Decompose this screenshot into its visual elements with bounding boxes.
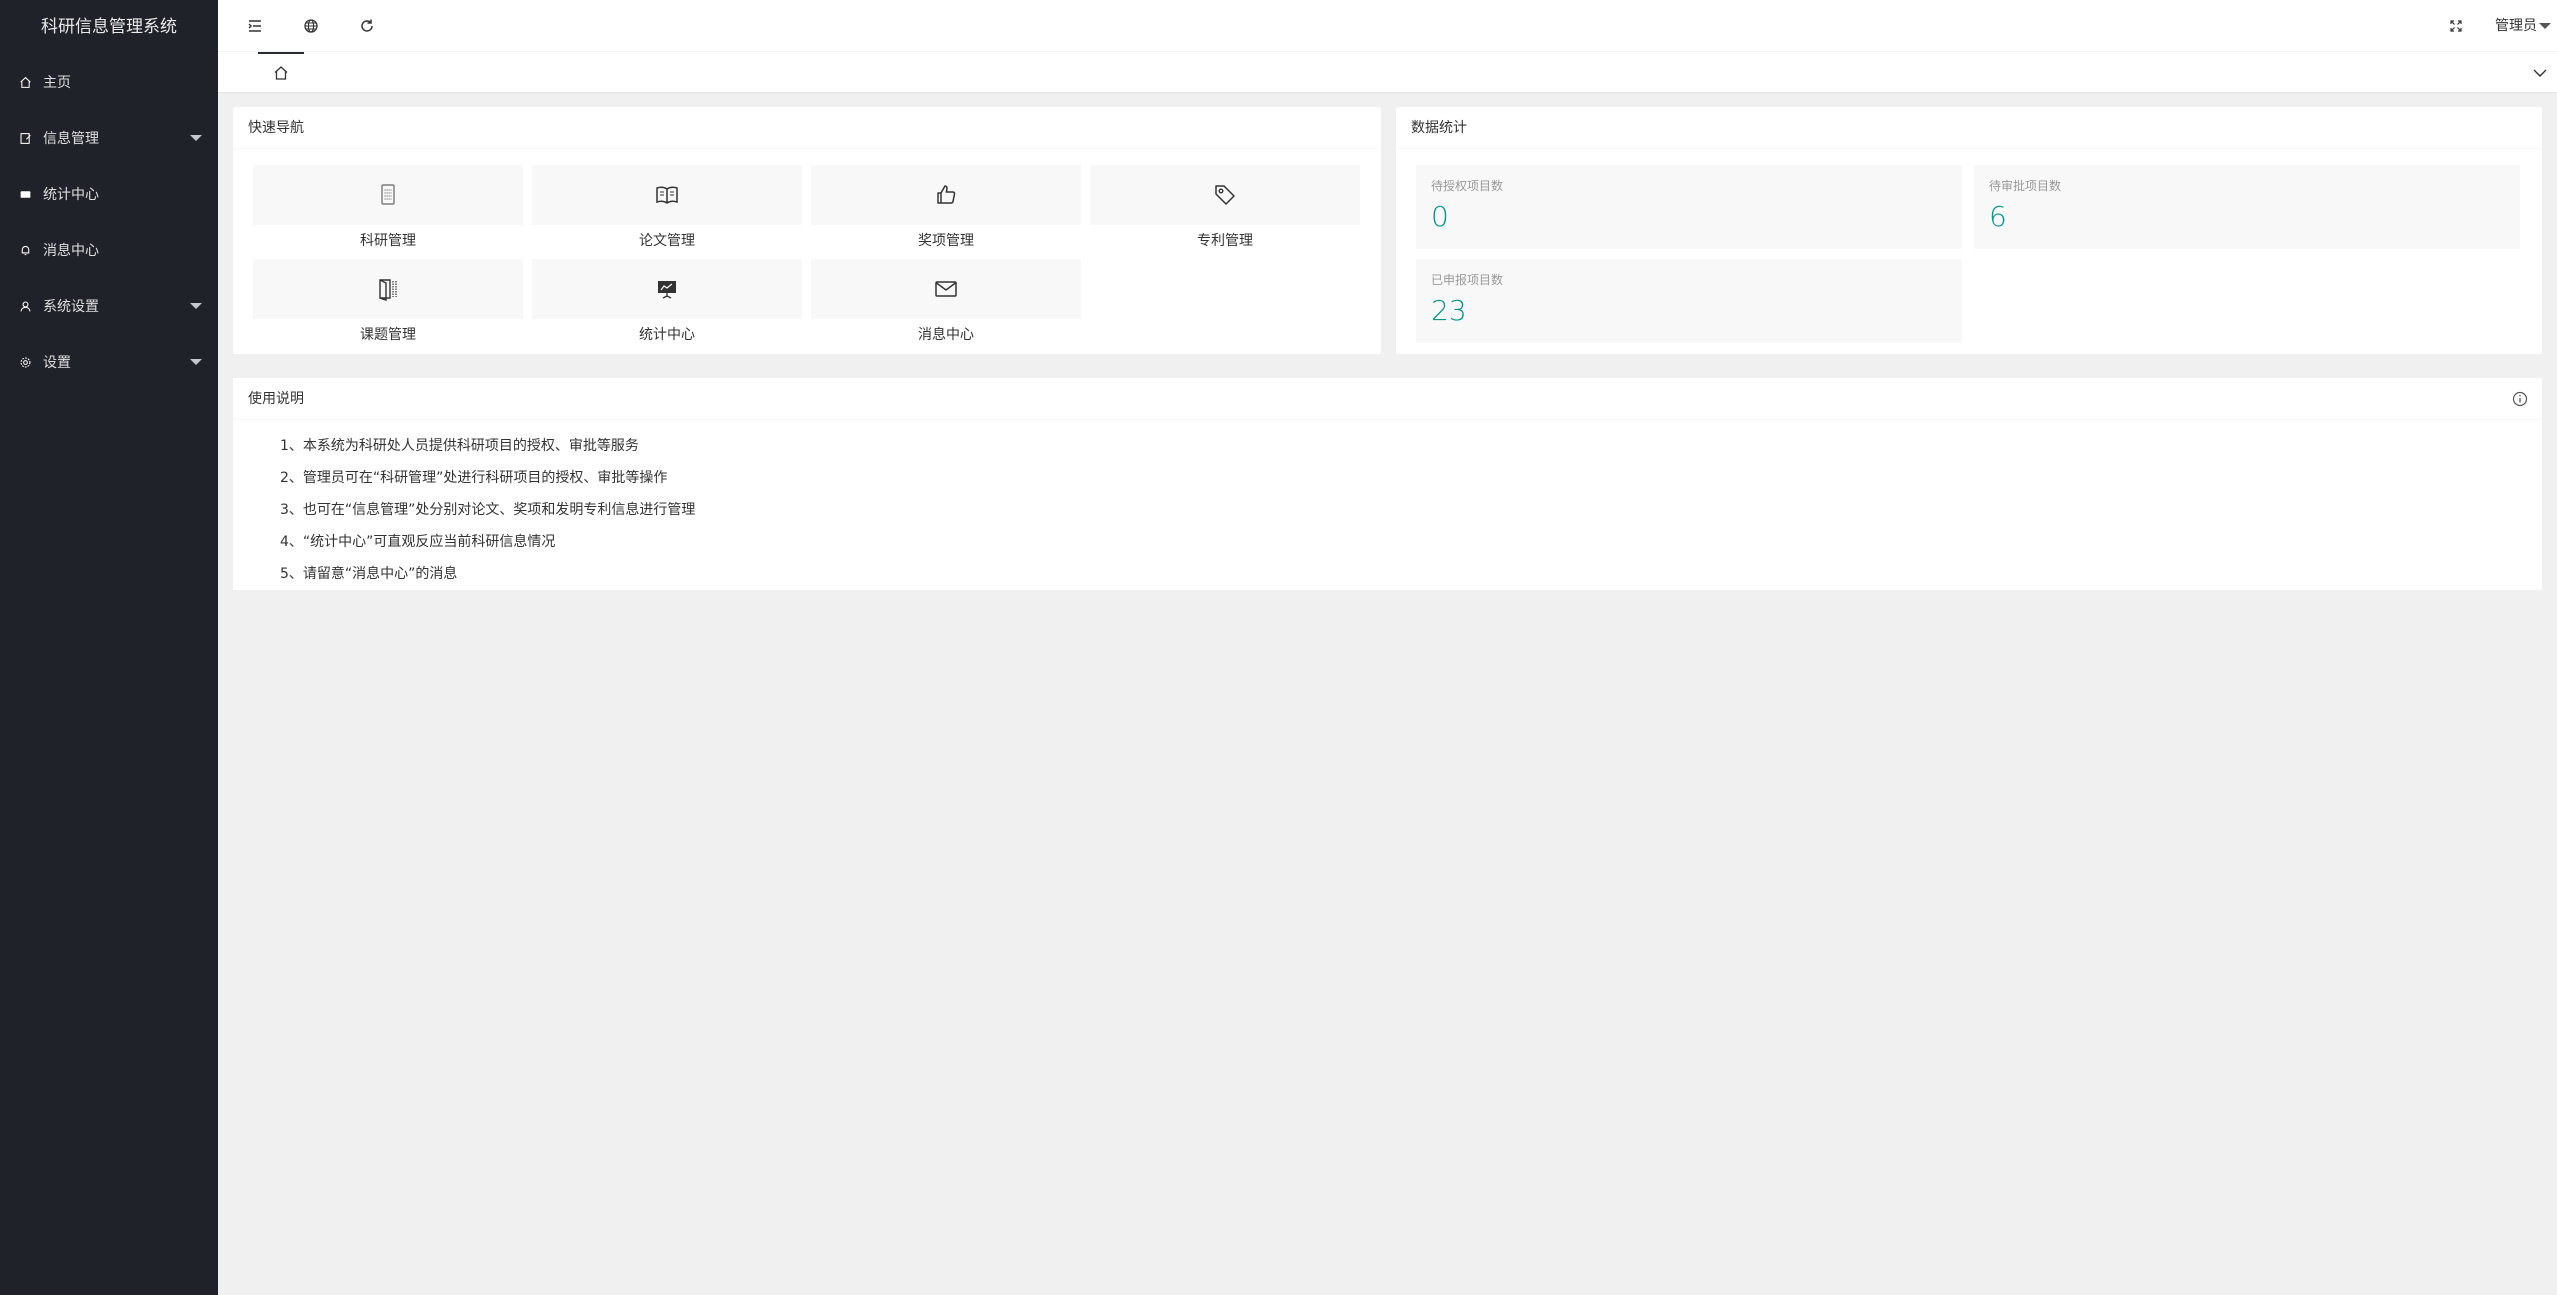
stats-card: 数据统计 待授权项目数 0 待审批项目数 6 已申报项目数 23 <box>1396 107 2542 354</box>
caret-down-icon <box>190 135 202 141</box>
guide-item: 4、“统计中心”可直观反应当前科研信息情况 <box>280 534 556 550</box>
info-icon[interactable] <box>2512 391 2528 407</box>
shortcut-stats-center[interactable]: 统计中心 <box>532 259 802 345</box>
stat-value: 23 <box>1431 294 1467 327</box>
stat-submitted: 已申报项目数 23 <box>1416 259 1962 343</box>
shortcut-label: 专利管理 <box>1197 233 1253 249</box>
envelope-icon <box>935 281 957 297</box>
thumbs-up-icon <box>937 185 956 204</box>
stat-label: 待授权项目数 <box>1431 179 1504 193</box>
caret-down-icon <box>190 303 202 309</box>
tab-home[interactable] <box>258 52 304 92</box>
shortcut-label: 消息中心 <box>918 327 974 343</box>
fullscreen-icon[interactable] <box>2447 17 2465 35</box>
card-title: 快速导航 <box>233 107 1381 149</box>
shortcut-label: 科研管理 <box>360 233 416 249</box>
shortcut-message-center[interactable]: 消息中心 <box>811 259 1081 345</box>
globe-icon[interactable] <box>302 17 320 35</box>
app-logo-title: 科研信息管理系统 <box>41 17 177 37</box>
user-menu[interactable]: 管理员 <box>2495 0 2551 52</box>
top-header: 管理员 <box>218 0 2557 52</box>
door-panel-icon <box>379 279 397 301</box>
guide-item: 5、请留意“消息中心”的消息 <box>280 566 458 582</box>
sidebar-item-system-settings[interactable]: 系统设置 <box>0 278 218 334</box>
bell-icon <box>18 243 32 257</box>
sidebar-item-stats-center[interactable]: 统计中心 <box>0 166 218 222</box>
chart-icon <box>18 187 32 201</box>
shortcut-topic-management[interactable]: 课题管理 <box>253 259 523 345</box>
shortcut-label: 课题管理 <box>360 327 416 343</box>
shortcut-label: 奖项管理 <box>918 233 974 249</box>
sidebar-item-settings[interactable]: 设置 <box>0 334 218 390</box>
card-title: 数据统计 <box>1396 107 2542 149</box>
stat-value: 6 <box>1989 200 2007 233</box>
open-book-icon <box>656 186 678 204</box>
stat-value: 0 <box>1431 200 1449 233</box>
refresh-icon[interactable] <box>358 17 376 35</box>
sidebar-item-label: 信息管理 <box>43 131 99 147</box>
document-list-icon <box>381 184 395 205</box>
user-icon <box>18 299 32 313</box>
sidebar-item-home[interactable]: 主页 <box>0 54 218 110</box>
shortcut-award-management[interactable]: 奖项管理 <box>811 165 1081 251</box>
stat-pending-approval: 待审批项目数 6 <box>1974 165 2520 249</box>
stat-pending-authorization: 待授权项目数 0 <box>1416 165 1962 249</box>
home-icon <box>18 75 32 89</box>
shortcut-paper-management[interactable]: 论文管理 <box>532 165 802 251</box>
gear-icon <box>18 355 32 369</box>
sidebar-item-label: 主页 <box>43 75 71 91</box>
sidebar-item-label: 设置 <box>43 355 71 371</box>
menu-fold-icon[interactable] <box>246 17 264 35</box>
stat-label: 已申报项目数 <box>1431 273 1504 287</box>
caret-down-icon <box>190 359 202 365</box>
shortcut-patent-management[interactable]: 专利管理 <box>1090 165 1360 251</box>
guide-item: 2、管理员可在“科研管理”处进行科研项目的授权、审批等操作 <box>280 470 668 486</box>
guide-item: 1、本系统为科研处人员提供科研项目的授权、审批等服务 <box>280 438 639 454</box>
shortcut-label: 统计中心 <box>639 327 695 343</box>
quick-nav-card: 快速导航 科研管理 论文管理 奖项管理 专利管理 课题管理 统计中心 消息中心 <box>233 107 1381 354</box>
sidebar: 科研信息管理系统 主页 信息管理 统计中心 消息中心 系统设置 设置 <box>0 0 218 1295</box>
shortcut-research-management[interactable]: 科研管理 <box>253 165 523 251</box>
sidebar-item-label: 系统设置 <box>43 299 99 315</box>
sidebar-item-message-center[interactable]: 消息中心 <box>0 222 218 278</box>
tag-icon <box>1215 185 1235 205</box>
usage-guide-card: 使用说明 1、本系统为科研处人员提供科研项目的授权、审批等服务 2、管理员可在“… <box>233 378 2542 590</box>
guide-list: 1、本系统为科研处人员提供科研项目的授权、审批等服务 2、管理员可在“科研管理”… <box>233 420 2542 590</box>
sidebar-item-label: 消息中心 <box>43 243 99 259</box>
card-title-text: 使用说明 <box>248 391 304 407</box>
shortcut-label: 论文管理 <box>639 233 695 249</box>
card-title: 使用说明 <box>233 378 2542 420</box>
home-icon <box>274 66 288 80</box>
presentation-icon <box>658 281 676 299</box>
stat-label: 待审批项目数 <box>1989 179 2062 193</box>
sidebar-item-info-management[interactable]: 信息管理 <box>0 110 218 166</box>
chevron-down-icon[interactable] <box>2531 64 2549 82</box>
edit-icon <box>18 131 32 145</box>
page-tabs <box>218 52 2557 92</box>
sidebar-item-label: 统计中心 <box>43 187 99 203</box>
guide-item: 3、也可在“信息管理”处分别对论文、奖项和发明专利信息进行管理 <box>280 502 696 518</box>
